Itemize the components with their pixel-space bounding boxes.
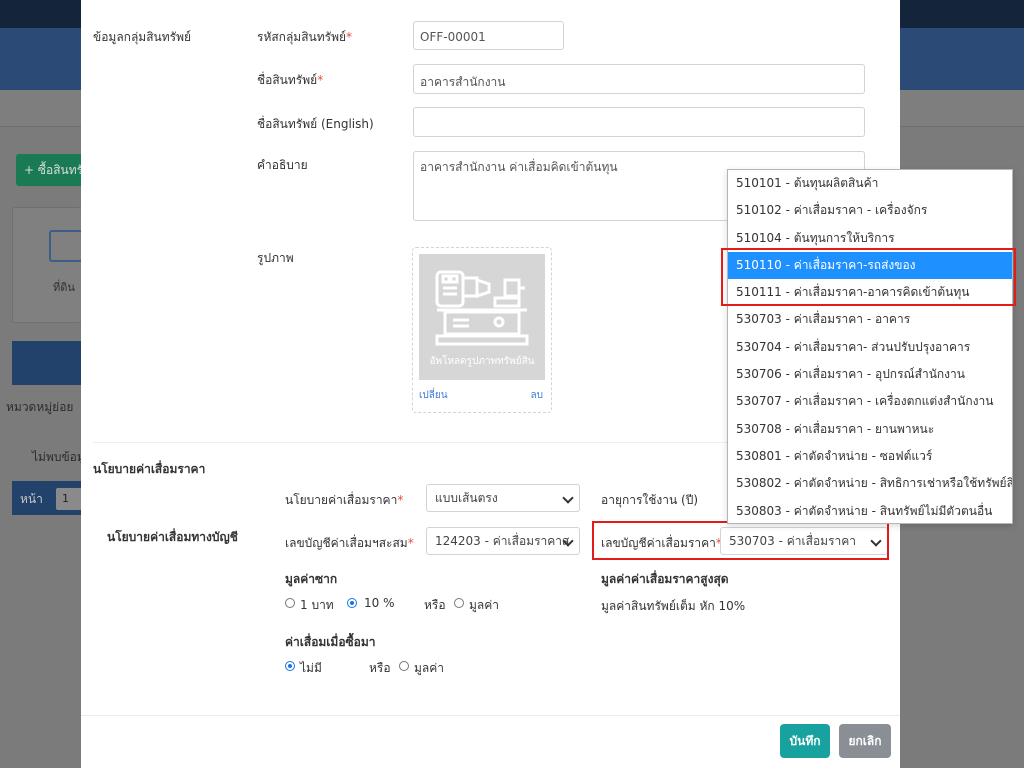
purchase-depreciation-title: ค่าเสื่อมเมื่อซื้อมา bbox=[285, 635, 376, 649]
salvage-10-percent-radio[interactable] bbox=[347, 598, 357, 608]
section-title-accounting-depreciation: นโยบายค่าเสื่อมทางบัญชี bbox=[107, 530, 238, 544]
purchase-none-label: ไม่มี bbox=[300, 661, 322, 675]
salvage-10-percent-label: 10 % bbox=[364, 596, 395, 610]
table-column-label: หมวดหมู่ย่อย bbox=[6, 400, 74, 414]
name-en-label: ชื่อสินทรัพย์ (English) bbox=[257, 117, 374, 131]
cancel-button[interactable]: ยกเลิก bbox=[839, 724, 891, 758]
add-asset-button: + ซื้อสินทรัพย์ bbox=[16, 154, 86, 186]
footer-divider bbox=[81, 715, 900, 716]
policy-select-value: แบบเส้นตรง bbox=[435, 491, 498, 505]
dropdown-option[interactable]: 530707 - ค่าเสื่อมราคา - เครื่องตกแต่งสำ… bbox=[728, 388, 1012, 415]
max-depreciation-title: มูลค่าค่าเสื่อมราคาสูงสุด bbox=[601, 572, 729, 586]
description-label: คำอธิบาย bbox=[257, 158, 308, 172]
upload-text: อัพโหลดรูปภาพทรัพย์สิน bbox=[429, 356, 535, 367]
dropdown-option[interactable]: 530704 - ค่าเสื่อมราคา- ส่วนปรับปรุงอาคา… bbox=[728, 334, 1012, 361]
max-depreciation-desc: มูลค่าสินทรัพย์เต็ม หัก 10% bbox=[601, 599, 746, 613]
dropdown-option[interactable]: 530703 - ค่าเสื่อมราคา - อาคาร bbox=[728, 306, 1012, 333]
accum-account-select[interactable]: 124203 - ค่าเสื่อมราคาส bbox=[426, 527, 580, 555]
dropdown-option[interactable]: 530706 - ค่าเสื่อมราคา - อุปกรณ์สำนักงาน bbox=[728, 361, 1012, 388]
purchase-none-radio[interactable] bbox=[285, 661, 295, 671]
accum-account-label: เลขบัญชีค่าเสื่อมฯสะสม* bbox=[285, 536, 414, 550]
image-label: รูปภาพ bbox=[257, 251, 294, 265]
salvage-value-label: มูลค่า bbox=[469, 598, 500, 612]
dropdown-option[interactable]: 530801 - ค่าตัดจำหน่าย - ซอฟต์แวร์ bbox=[728, 443, 1012, 470]
dropdown-option[interactable]: 530803 - ค่าตัดจำหน่าย - สินทรัพย์ไม่มีต… bbox=[728, 498, 1012, 523]
background-table-header bbox=[12, 341, 82, 385]
machine-placeholder-image[interactable]: อัพโหลดรูปภาพทรัพย์สิน bbox=[419, 254, 545, 380]
name-input[interactable]: อาคารสำนักงาน bbox=[413, 64, 865, 94]
policy-label: นโยบายค่าเสื่อมราคา* bbox=[285, 493, 404, 507]
section-title-depreciation: นโยบายค่าเสื่อมราคา bbox=[93, 462, 206, 476]
card-label: ที่ดิน bbox=[53, 281, 75, 294]
accum-account-select-value: 124203 - ค่าเสื่อมราคาส bbox=[435, 534, 570, 548]
purchase-value-radio[interactable] bbox=[399, 661, 409, 671]
or-text: หรือ bbox=[369, 661, 391, 675]
table-empty-text: ไม่พบข้อมูล bbox=[32, 450, 82, 464]
change-image-link[interactable]: เปลี่ยน bbox=[419, 388, 448, 403]
pager-label: หน้า bbox=[20, 492, 43, 506]
dropdown-option[interactable]: 510102 - ค่าเสื่อมราคา - เครื่องจักร bbox=[728, 197, 1012, 224]
highlight-expense-account bbox=[592, 521, 889, 560]
salvage-1-baht-radio[interactable] bbox=[285, 598, 295, 608]
salvage-1-baht-label: 1 บาท bbox=[300, 598, 334, 612]
useful-life-label: อายุการใช้งาน (ปี) bbox=[601, 493, 699, 507]
dropdown-option[interactable]: 510101 - ต้นทุนผลิตสินค้า bbox=[728, 170, 1012, 197]
pager-input: 1 bbox=[56, 488, 82, 510]
image-upload-box[interactable]: อัพโหลดรูปภาพทรัพย์สิน เปลี่ยน ลบ bbox=[412, 247, 552, 413]
salvage-value-radio[interactable] bbox=[454, 598, 464, 608]
delete-image-link[interactable]: ลบ bbox=[531, 388, 543, 403]
code-input[interactable]: OFF-00001 bbox=[413, 21, 564, 50]
code-label: รหัสกลุ่มสินทรัพย์* bbox=[257, 30, 353, 44]
asset-category-card: ที่ดิน bbox=[12, 207, 83, 323]
salvage-title: มูลค่าซาก bbox=[285, 572, 338, 586]
dropdown-option[interactable]: 530708 - ค่าเสื่อมราคา - ยานพาหนะ bbox=[728, 416, 1012, 443]
policy-select[interactable]: แบบเส้นตรง bbox=[426, 484, 580, 512]
chevron-down-icon bbox=[562, 492, 574, 504]
highlight-dropdown-options bbox=[721, 248, 1016, 306]
map-icon bbox=[49, 230, 83, 262]
section-title-asset-group: ข้อมูลกลุ่มสินทรัพย์ bbox=[93, 30, 192, 44]
or-text: หรือ bbox=[424, 598, 446, 612]
expense-account-dropdown-list[interactable]: 510101 - ต้นทุนผลิตสินค้า 510102 - ค่าเส… bbox=[727, 169, 1013, 524]
name-en-input[interactable] bbox=[413, 107, 865, 137]
save-button[interactable]: บันทึก bbox=[780, 724, 830, 758]
name-label: ชื่อสินทรัพย์* bbox=[257, 73, 324, 87]
dropdown-option[interactable]: 530802 - ค่าตัดจำหน่าย - สิทธิการเช่าหรื… bbox=[728, 470, 1012, 497]
purchase-value-label: มูลค่า bbox=[414, 661, 445, 675]
